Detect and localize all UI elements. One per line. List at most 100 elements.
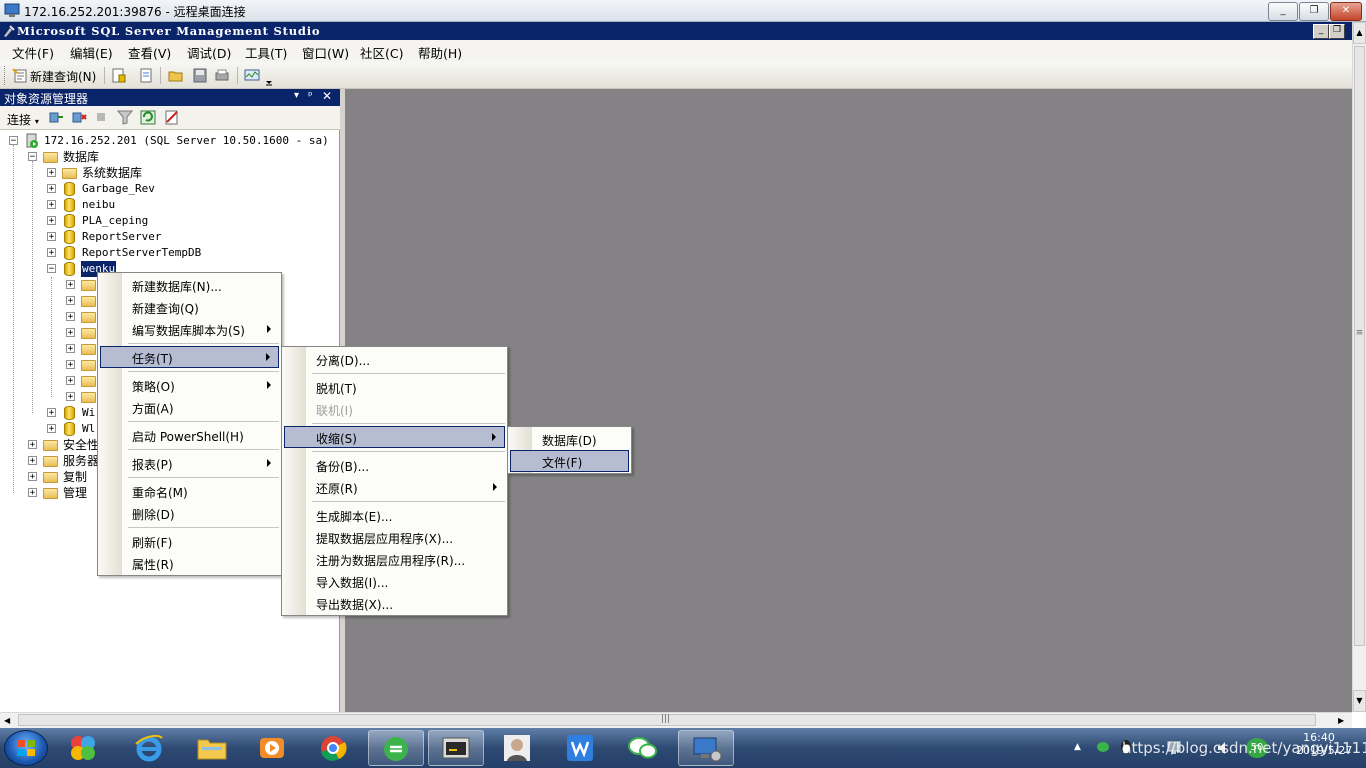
minimize-button[interactable]: _: [1268, 2, 1298, 21]
summary-report-icon[interactable]: [164, 110, 180, 125]
menu-item-restore[interactable]: 还原(R): [284, 476, 505, 498]
menu-item-properties[interactable]: 属性(R): [100, 552, 279, 574]
new-query-button[interactable]: 新建查询(N): [10, 65, 102, 86]
save-icon[interactable]: [192, 68, 208, 83]
taskbar-internet-explorer[interactable]: [121, 730, 177, 766]
tree-node-database[interactable]: + ReportServer: [46, 229, 326, 245]
scroll-left-arrow-icon[interactable]: ◀: [4, 716, 10, 725]
menu-item-register-data-tier-app[interactable]: 注册为数据层应用程序(R)...: [284, 548, 505, 570]
expand-icon[interactable]: +: [47, 424, 56, 434]
menu-item-detach[interactable]: 分离(D)...: [284, 348, 505, 370]
menu-item-script-database[interactable]: 编写数据库脚本为(S): [100, 318, 279, 340]
filter-icon[interactable]: [117, 110, 133, 125]
menu-item-rename[interactable]: 重命名(M): [100, 480, 279, 502]
menu-file[interactable]: 文件(F): [12, 43, 54, 62]
taskbar-file-explorer[interactable]: [184, 730, 240, 766]
expand-icon[interactable]: +: [28, 488, 37, 498]
show-hidden-icons-icon[interactable]: ▲: [1074, 742, 1081, 752]
scroll-down-arrow-icon[interactable]: ▼: [1353, 690, 1366, 712]
menu-item-shrink-database[interactable]: 数据库(D): [510, 428, 629, 450]
object-explorer-close-button[interactable]: ✕: [322, 89, 332, 103]
expand-icon[interactable]: +: [66, 280, 75, 290]
menu-item-extract-data-tier-app[interactable]: 提取数据层应用程序(X)...: [284, 526, 505, 548]
expand-icon[interactable]: +: [47, 248, 56, 258]
collapse-icon[interactable]: −: [47, 264, 56, 274]
taskbar-chrome[interactable]: [306, 730, 362, 766]
taskbar-wps[interactable]: [554, 730, 610, 766]
menu-item-backup[interactable]: 备份(B)...: [284, 454, 505, 476]
menu-community[interactable]: 社区(C): [360, 43, 403, 62]
menu-item-start-powershell[interactable]: 启动 PowerShell(H): [100, 424, 279, 446]
mdi-minimize-button[interactable]: _: [1313, 24, 1329, 39]
taskbar-wechat[interactable]: [616, 730, 672, 766]
scroll-thumb[interactable]: [1354, 46, 1365, 646]
restore-button[interactable]: ❐: [1299, 2, 1329, 21]
menu-item-shrink[interactable]: 收缩(S): [284, 426, 505, 448]
taskbar-avatar-app[interactable]: [490, 730, 546, 766]
tree-node-replication[interactable]: + 复制: [27, 469, 107, 485]
expand-icon[interactable]: +: [66, 376, 75, 386]
menu-item-refresh[interactable]: 刷新(F): [100, 530, 279, 552]
menu-item-new-database[interactable]: 新建数据库(N)...: [100, 274, 279, 296]
menu-item-new-query[interactable]: 新建查询(Q): [100, 296, 279, 318]
toolbar-grip[interactable]: [4, 66, 8, 85]
expand-icon[interactable]: +: [66, 344, 75, 354]
scroll-up-arrow-icon[interactable]: ▲: [1353, 22, 1366, 44]
menu-item-generate-scripts[interactable]: 生成脚本(E)...: [284, 504, 505, 526]
tree-node-management[interactable]: + 管理: [27, 485, 107, 501]
tree-node-security[interactable]: + 安全性: [27, 437, 107, 453]
expand-icon[interactable]: +: [28, 472, 37, 482]
menu-window[interactable]: 窗口(W): [302, 43, 349, 62]
menu-item-import-data[interactable]: 导入数据(I)...: [284, 570, 505, 592]
menu-item-reports[interactable]: 报表(P): [100, 452, 279, 474]
tree-node-server[interactable]: − 172.16.252.201 (SQL Server 10.50.1600 …: [8, 133, 338, 149]
activity-monitor-icon[interactable]: [244, 68, 260, 83]
expand-icon[interactable]: +: [47, 408, 56, 418]
collapse-icon[interactable]: −: [28, 152, 37, 162]
menu-edit[interactable]: 编辑(E): [70, 43, 113, 62]
stop-icon[interactable]: [95, 111, 107, 123]
scroll-right-arrow-icon[interactable]: ▶: [1338, 716, 1344, 725]
taskbar-clock[interactable]: 16:40 2019/5/27: [1296, 731, 1352, 757]
expand-icon[interactable]: +: [47, 168, 56, 178]
close-button[interactable]: ✕: [1330, 2, 1362, 21]
menu-item-export-data[interactable]: 导出数据(X)...: [284, 592, 505, 614]
expand-icon[interactable]: +: [28, 440, 37, 450]
menu-debug[interactable]: 调试(D): [187, 43, 231, 62]
disconnect-icon[interactable]: [71, 110, 87, 125]
menu-item-take-offline[interactable]: 脱机(T): [284, 376, 505, 398]
taskbar-ssms[interactable]: [428, 730, 484, 766]
menu-item-tasks[interactable]: 任务(T): [100, 346, 279, 368]
expand-icon[interactable]: +: [47, 184, 56, 194]
tree-node-server-objects[interactable]: + 服务器: [27, 453, 107, 469]
taskbar-green-app[interactable]: [368, 730, 424, 766]
menu-item-shrink-files[interactable]: 文件(F): [510, 450, 629, 472]
tree-node-database[interactable]: + Garbage_Rev: [46, 181, 326, 197]
expand-icon[interactable]: +: [28, 456, 37, 466]
connect-object-explorer-icon[interactable]: [48, 110, 64, 125]
taskbar-media-player[interactable]: [245, 730, 301, 766]
auto-hide-pin-icon[interactable]: ᵖ: [308, 89, 313, 102]
new-file-icon[interactable]: [138, 68, 154, 83]
expand-icon[interactable]: +: [66, 328, 75, 338]
collapse-icon[interactable]: −: [9, 136, 18, 146]
expand-icon[interactable]: +: [47, 232, 56, 242]
connect-button[interactable]: 连接 ▾: [7, 111, 39, 128]
tree-node-database[interactable]: + neibu: [46, 197, 326, 213]
expand-icon[interactable]: +: [66, 360, 75, 370]
tree-node-database[interactable]: + PLA_ceping: [46, 213, 326, 229]
menu-item-delete[interactable]: 删除(D): [100, 502, 279, 524]
expand-icon[interactable]: +: [66, 296, 75, 306]
menu-help[interactable]: 帮助(H): [418, 43, 462, 62]
menu-tools[interactable]: 工具(T): [245, 43, 287, 62]
open-folder-icon[interactable]: [168, 68, 184, 83]
tray-wechat-icon[interactable]: [1096, 740, 1112, 756]
expand-icon[interactable]: +: [47, 200, 56, 210]
menu-item-policies[interactable]: 策略(O): [100, 374, 279, 396]
tree-node-system-databases[interactable]: + 系统数据库: [46, 165, 326, 181]
refresh-icon[interactable]: [140, 110, 156, 125]
expand-icon[interactable]: +: [66, 392, 75, 402]
tree-node-databases[interactable]: − 数据库: [27, 149, 327, 165]
expand-icon[interactable]: +: [47, 216, 56, 226]
start-button[interactable]: [4, 730, 48, 766]
